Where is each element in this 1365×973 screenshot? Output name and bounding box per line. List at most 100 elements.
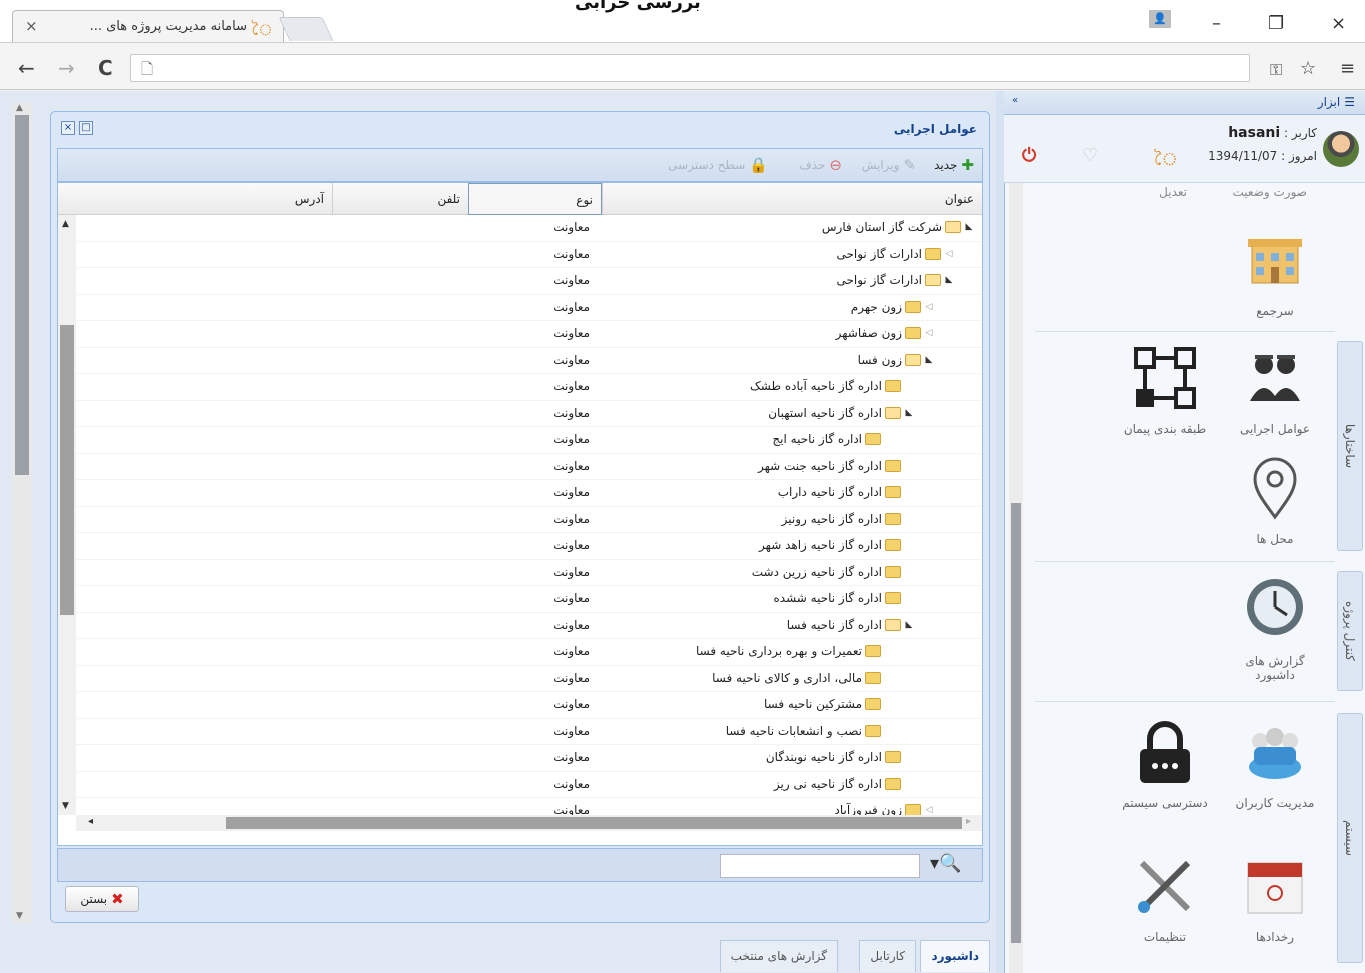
address-bar[interactable]: 🗋 xyxy=(130,54,1250,82)
expand-toggle-icon[interactable]: ◁ xyxy=(924,302,934,312)
tree-node[interactable]: اداره گاز ناحیه زرین دشت xyxy=(752,565,914,579)
expand-toggle-icon[interactable]: ◣ xyxy=(964,222,974,232)
expand-toggle-icon[interactable]: ◁ xyxy=(924,328,934,338)
table-row[interactable]: ◁ زون جهرم معاونت xyxy=(58,295,982,321)
column-header-type[interactable]: نوع xyxy=(468,183,602,215)
tab-dashboard[interactable]: داشبورد xyxy=(920,940,990,972)
table-row[interactable]: اداره گاز ناحیه آباده طشک معاونت xyxy=(58,374,982,401)
sidebar-scroll-thumb[interactable] xyxy=(1011,503,1021,943)
site-logo-icon[interactable]: ৈ xyxy=(1154,145,1178,176)
bookmark-star-icon[interactable]: ☆ xyxy=(1300,58,1316,79)
table-row[interactable]: ◣ اداره گاز ناحیه فسا معاونت xyxy=(58,613,982,639)
tree-node[interactable]: ◣ اداره گاز ناحیه استهبان xyxy=(768,406,914,420)
new-button[interactable]: ✚ جدید xyxy=(934,156,974,174)
forward-button[interactable]: → xyxy=(58,56,75,80)
table-row[interactable]: اداره گاز ناحیه نی ریز معاونت xyxy=(58,772,982,798)
window-maximize-icon[interactable]: □ xyxy=(79,121,93,135)
close-button[interactable]: ✖ بستن xyxy=(65,886,139,912)
new-tab-button[interactable] xyxy=(278,17,334,41)
tree-node[interactable]: ◁ زون فیروزآباد xyxy=(835,803,934,815)
delete-button[interactable]: ⊖ حذف xyxy=(799,156,842,174)
window-close-button[interactable]: × xyxy=(1331,13,1346,34)
tree-node[interactable]: ◣ زون فسا xyxy=(858,353,934,367)
table-row[interactable]: اداره گاز ناحیه داراب معاونت xyxy=(58,480,982,507)
tree-node[interactable]: اداره گاز ناحیه نی ریز xyxy=(774,777,914,791)
page-scrollbar[interactable]: ▲ ▼ xyxy=(12,103,32,923)
restore-button[interactable]: ❐ xyxy=(1268,13,1284,34)
scroll-up-icon[interactable]: ▲ xyxy=(62,219,69,229)
table-row[interactable]: مشترکین ناحیه فسا معاونت xyxy=(58,692,982,719)
collapse-sidebar-icon[interactable]: » xyxy=(1012,95,1018,106)
tree-node[interactable]: تعمیرات و بهره برداری ناحیه فسا xyxy=(696,644,894,658)
grid-hscroll-thumb[interactable] xyxy=(226,817,962,829)
sidebar-item-contract-classification[interactable]: طبقه بندی پیمان xyxy=(1115,343,1215,436)
group-tab-system[interactable]: سیستم xyxy=(1337,713,1363,963)
column-header-title[interactable]: عنوان xyxy=(602,183,982,215)
window-close-icon[interactable]: × xyxy=(61,121,75,135)
tree-node[interactable]: مشترکین ناحیه فسا xyxy=(764,697,894,711)
tree-node[interactable]: اداره گاز ناحیه ششده xyxy=(773,591,914,605)
table-row[interactable]: اداره گاز ناحیه نوبندگان معاونت xyxy=(58,745,982,772)
table-row[interactable]: اداره گاز ناحیه زرین دشت معاونت xyxy=(58,560,982,586)
tree-node[interactable]: اداره گاز ناحیه جنت شهر xyxy=(758,459,914,473)
tree-node[interactable]: اداره گاز ناحیه نوبندگان xyxy=(766,750,914,764)
expand-toggle-icon[interactable]: ◣ xyxy=(904,408,914,418)
tree-node[interactable]: ◣ شرکت گاز استان فارس xyxy=(822,220,974,234)
table-row[interactable]: تعمیرات و بهره برداری ناحیه فسا معاونت xyxy=(58,639,982,666)
search-input[interactable] xyxy=(720,854,920,878)
grid-horizontal-scrollbar[interactable]: ◂ ▸ xyxy=(76,815,982,831)
tree-node[interactable]: ◣ اداره گاز ناحیه فسا xyxy=(787,618,914,632)
menu-icon[interactable]: ≡ xyxy=(1340,58,1355,79)
scroll-thumb[interactable] xyxy=(15,115,29,475)
tree-node[interactable]: ◁ زون صفاشهر xyxy=(836,326,934,340)
table-row[interactable]: ◣ اداره گاز ناحیه استهبان معاونت xyxy=(58,401,982,427)
scroll-up-icon[interactable]: ▲ xyxy=(16,103,23,113)
browser-tab[interactable]: ৈ سامانه مدیریت پروژه های ... × xyxy=(12,10,284,43)
table-row[interactable]: ◁ زون صفاشهر معاونت xyxy=(58,321,982,348)
expand-toggle-icon[interactable]: ◣ xyxy=(924,355,934,365)
scroll-right-icon[interactable]: ▸ xyxy=(966,816,971,827)
sidebar-menu[interactable]: ☰ ابزار xyxy=(1318,95,1355,109)
column-header-phone[interactable]: تلفن xyxy=(332,183,468,215)
scroll-down-icon[interactable]: ▼ xyxy=(16,911,23,921)
sidebar-item-dashboard-reports[interactable]: گزارش های داشبورد xyxy=(1225,575,1325,682)
panel-splitter[interactable] xyxy=(996,91,1004,973)
tab-cartable[interactable]: کارتابل xyxy=(859,940,916,972)
tab-selected-reports[interactable]: گزارش های منتخب xyxy=(719,940,838,972)
sidebar-item-system-access[interactable]: دسترسی سیستم xyxy=(1115,717,1215,810)
table-row[interactable]: مالی، اداری و کالای ناحیه فسا معاونت xyxy=(58,666,982,692)
table-row[interactable]: اداره گاز ناحیه رونیز معاونت xyxy=(58,507,982,533)
sidebar-item-locations[interactable]: محل ها xyxy=(1225,453,1325,546)
search-icon[interactable]: ▾🔍 xyxy=(930,853,961,874)
back-button[interactable]: ← xyxy=(18,56,35,80)
table-row[interactable]: ◣ ادارات گاز نواحی معاونت xyxy=(58,268,982,295)
sidebar-item-events[interactable]: رخدادها xyxy=(1225,851,1325,944)
grid-vertical-scrollbar[interactable]: ▲ ▼ xyxy=(58,215,76,815)
expand-toggle-icon[interactable]: ◁ xyxy=(924,805,934,815)
table-row[interactable]: ◣ شرکت گاز استان فارس معاونت xyxy=(58,215,982,242)
minimize-button[interactable]: – xyxy=(1212,13,1221,34)
tree-node[interactable]: ◁ ادارات گاز نواحی xyxy=(836,247,954,261)
tree-node[interactable]: اداره گاز ناحیه رونیز xyxy=(782,512,914,526)
tab-close-icon[interactable]: × xyxy=(25,17,38,35)
key-icon[interactable]: ⚿ xyxy=(1270,60,1282,80)
column-header-address[interactable]: آدرس xyxy=(58,183,332,215)
table-row[interactable]: اداره گاز ناحیه ایج معاونت xyxy=(58,427,982,454)
tree-node[interactable]: ◁ زون جهرم xyxy=(851,300,934,314)
tree-node[interactable]: اداره گاز ناحیه زاهد شهر xyxy=(759,538,914,552)
tree-node[interactable]: اداره گاز ناحیه داراب xyxy=(778,485,914,499)
sidebar-scrollbar[interactable] xyxy=(1009,183,1023,973)
table-row[interactable]: ◣ زون فسا معاونت xyxy=(58,348,982,374)
table-row[interactable]: اداره گاز ناحیه جنت شهر معاونت xyxy=(58,454,982,480)
group-tab-structures[interactable]: ساختارها xyxy=(1337,341,1363,551)
sidebar-item-settings[interactable]: تنظیمات xyxy=(1115,851,1215,944)
tree-node[interactable]: مالی، اداری و کالای ناحیه فسا xyxy=(712,671,894,685)
scroll-left-icon[interactable]: ◂ xyxy=(88,816,93,827)
tree-node[interactable]: ◣ ادارات گاز نواحی xyxy=(836,273,954,287)
power-icon[interactable]: ⏻ xyxy=(1022,145,1036,166)
reload-button[interactable]: C xyxy=(98,56,113,80)
table-row[interactable]: نصب و انشعابات ناحیه فسا معاونت xyxy=(58,719,982,745)
table-row[interactable]: ◁ زون فیروزآباد معاونت xyxy=(58,798,982,815)
grid-vscroll-thumb[interactable] xyxy=(60,325,74,615)
expand-toggle-icon[interactable]: ◣ xyxy=(944,275,954,285)
